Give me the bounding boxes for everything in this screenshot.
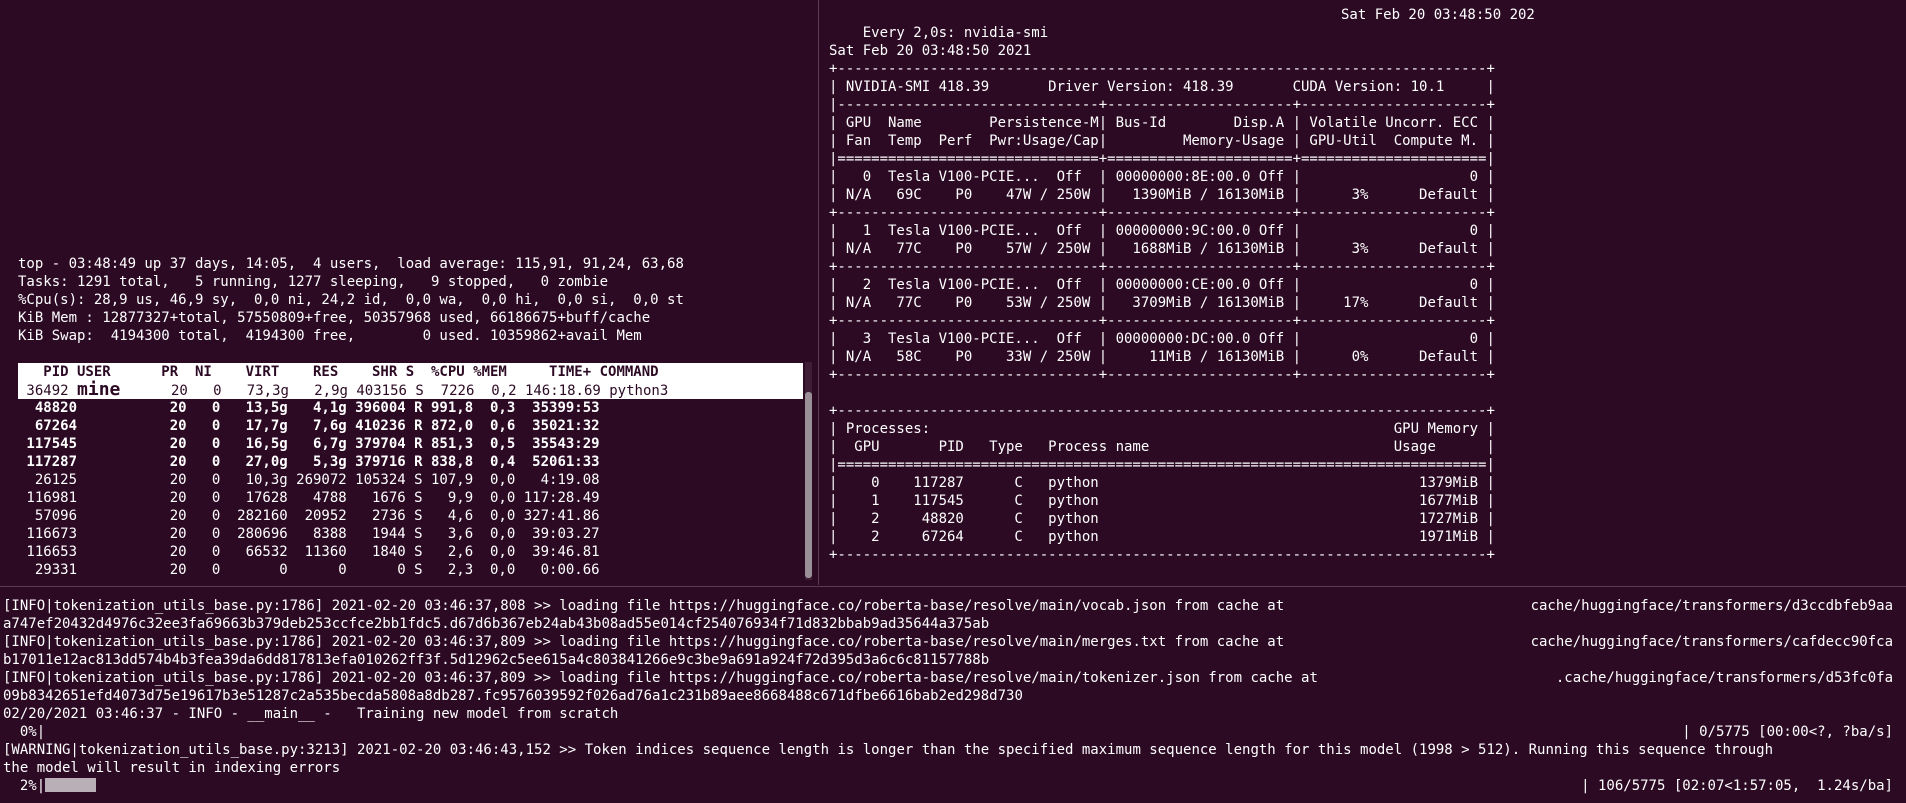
- process-table-header: PID USER PR NI VIRT RES SHR S %CPU %MEM …: [18, 363, 803, 381]
- nvidia-smi-line: |-------------------------------+-------…: [829, 97, 1495, 113]
- process-row[interactable]: 117287 20 0 27,0g 5,3g 379716 R 838,8 0,…: [18, 453, 803, 471]
- top-summary-line: %Cpu(s): 28,9 us, 46,9 sy, 0,0 ni, 24,2 …: [18, 292, 684, 308]
- watch-command: Every 2,0s: nvidia-smi: [862, 25, 1049, 41]
- nvidia-smi-line: +-------------------------------+-------…: [829, 259, 1495, 275]
- nvidia-smi-line: | N/A 58C P0 33W / 250W | 11MiB / 16130M…: [829, 349, 1495, 365]
- nvidia-smi-line: | 0 117287 C python 1379MiB |: [829, 475, 1495, 491]
- top-pane: top - 03:48:49 up 37 days, 14:05, 4 user…: [18, 255, 803, 580]
- nvidia-smi-line: |=======================================…: [829, 457, 1495, 473]
- top-summary-line: KiB Mem : 12877327+total, 57550809+free,…: [18, 310, 651, 326]
- nvidia-smi-line: [829, 384, 1899, 402]
- progress-percent: 0%|: [3, 724, 46, 740]
- nvidia-smi-line: |===============================+=======…: [829, 151, 1495, 167]
- watch-header: Every 2,0s: nvidia-smi Sat Feb 20 03:48:…: [829, 6, 1899, 41]
- nvidia-smi-line: +---------------------------------------…: [829, 547, 1495, 563]
- nvidia-smi-line: | 2 Tesla V100-PCIE... Off | 00000000:CE…: [829, 277, 1495, 293]
- process-row[interactable]: 117545 20 0 16,5g 6,7g 379704 R 851,3 0,…: [18, 435, 803, 453]
- process-row[interactable]: 57096 20 0 282160 20952 2736 S 4,6 0,0 3…: [18, 507, 803, 525]
- selected-process-row[interactable]: 36492 mine 20 0 73,3g 2,9g 403156 S 7226…: [18, 381, 803, 399]
- log-line: [INFO|tokenization_utils_base.py:1786] 2…: [3, 633, 1903, 651]
- nvidia-smi-line: | N/A 77C P0 53W / 250W | 3709MiB / 1613…: [829, 295, 1495, 311]
- nvidia-smi-line: +---------------------------------------…: [829, 403, 1495, 419]
- process-row[interactable]: 116653 20 0 66532 11360 1840 S 2,6 0,0 3…: [18, 543, 803, 561]
- nvidia-smi-line: +-------------------------------+-------…: [829, 205, 1495, 221]
- log-text: [INFO|tokenization_utils_base.py:1786] 2…: [3, 598, 1285, 614]
- nvidia-smi-line: | N/A 77C P0 57W / 250W | 1688MiB / 1613…: [829, 241, 1495, 257]
- training-log-pane: [INFO|tokenization_utils_base.py:1786] 2…: [3, 597, 1903, 802]
- log-path: cache/huggingface/transformers/d3ccdbfeb…: [1530, 598, 1893, 614]
- process-row[interactable]: 29331 20 0 0 0 0 S 2,3 0,0 0:00.66: [18, 561, 803, 579]
- user-cell: mine: [77, 379, 121, 400]
- nvidia-smi-line: | 0 Tesla V100-PCIE... Off | 00000000:8E…: [829, 169, 1495, 185]
- nvidia-smi-line: | 1 117545 C python 1677MiB |: [829, 493, 1495, 509]
- log-line: [INFO|tokenization_utils_base.py:1786] 2…: [3, 669, 1903, 687]
- nvidia-smi-line: +---------------------------------------…: [829, 61, 1495, 77]
- nvidia-smi-line: | NVIDIA-SMI 418.39 Driver Version: 418.…: [829, 79, 1495, 95]
- watch-timestamp: Sat Feb 20 03:48:50 202: [1341, 7, 1535, 23]
- progress-stats: | 0/5775 [00:00<?, ?ba/s]: [1682, 724, 1893, 740]
- top-summary-line: top - 03:48:49 up 37 days, 14:05, 4 user…: [18, 256, 684, 272]
- warning-line: the model will result in indexing errors: [3, 760, 341, 776]
- nvidia-smi-line: Sat Feb 20 03:48:50 2021: [829, 43, 1032, 59]
- nvidia-smi-line: | GPU PID Type Process name Usage |: [829, 439, 1495, 455]
- top-summary: top - 03:48:49 up 37 days, 14:05, 4 user…: [18, 255, 803, 345]
- progress-stats: | 106/5775 [02:07<1:57:05, 1.24s/ba]: [1581, 778, 1893, 794]
- progress-line: 2%| | 106/5775 [02:07<1:57:05, 1.24s/ba]: [3, 777, 1903, 795]
- process-row[interactable]: 48820 20 0 13,5g 4,1g 396004 R 991,8 0,3…: [18, 399, 803, 417]
- nvidia-smi-line: +-------------------------------+-------…: [829, 313, 1495, 329]
- scrollbar-thumb[interactable]: [805, 392, 812, 578]
- top-summary-line: KiB Swap: 4194300 total, 4194300 free, 0…: [18, 328, 642, 344]
- nvidia-smi-pane: Every 2,0s: nvidia-smi Sat Feb 20 03:48:…: [829, 6, 1899, 566]
- progress-percent: 2%|: [3, 778, 46, 794]
- log-line: b17011e12ac813dd574b4b3fea39da6dd817813e…: [3, 652, 990, 668]
- log-line: 02/20/2021 03:46:37 - INFO - __main__ - …: [3, 706, 619, 722]
- nvidia-smi-line: +-------------------------------+-------…: [829, 367, 1495, 383]
- nvidia-smi-line: | Processes: GPU Memory |: [829, 421, 1495, 437]
- process-row[interactable]: 116981 20 0 17628 4788 1676 S 9,9 0,0 11…: [18, 489, 803, 507]
- process-row[interactable]: 67264 20 0 17,7g 7,6g 410236 R 872,0 0,6…: [18, 417, 803, 435]
- nvidia-smi-line: | GPU Name Persistence-M| Bus-Id Disp.A …: [829, 115, 1495, 131]
- process-row[interactable]: 26125 20 0 10,3g 269072 105324 S 107,9 0…: [18, 471, 803, 489]
- nvidia-smi-line: | 3 Tesla V100-PCIE... Off | 00000000:DC…: [829, 331, 1495, 347]
- log-line: 09b8342651efd4073d75e19617b3e51287c2a535…: [3, 688, 1023, 704]
- nvidia-smi-line: | 1 Tesla V100-PCIE... Off | 00000000:9C…: [829, 223, 1495, 239]
- progress-line: 0%| | 0/5775 [00:00<?, ?ba/s]: [3, 723, 1903, 741]
- log-text: [INFO|tokenization_utils_base.py:1786] 2…: [3, 670, 1318, 686]
- nvidia-smi-output: Sat Feb 20 03:48:50 2021 +---------------…: [829, 42, 1899, 564]
- log-line: [INFO|tokenization_utils_base.py:1786] 2…: [3, 597, 1903, 615]
- process-table-body: 48820 20 0 13,5g 4,1g 396004 R 991,8 0,3…: [18, 399, 803, 579]
- progress-bar-fill: [45, 778, 97, 792]
- log-text: [INFO|tokenization_utils_base.py:1786] 2…: [3, 634, 1285, 650]
- vertical-pane-divider[interactable]: [818, 0, 819, 585]
- warning-line: [WARNING|tokenization_utils_base.py:3213…: [3, 742, 1774, 758]
- process-row[interactable]: 116673 20 0 280696 8388 1944 S 3,6 0,0 3…: [18, 525, 803, 543]
- nvidia-smi-line: | N/A 69C P0 47W / 250W | 1390MiB / 1613…: [829, 187, 1495, 203]
- log-path: .cache/huggingface/transformers/d53fc0fa: [1555, 670, 1893, 686]
- process-stats: 20 0 73,3g 2,9g 403156 S 7226 0,2 146:18…: [120, 383, 669, 399]
- horizontal-pane-divider[interactable]: [0, 586, 1906, 587]
- log-line: a747ef20432d4976c32ee3fa69663b379deb253c…: [3, 616, 990, 632]
- log-path: cache/huggingface/transformers/cafdecc90…: [1530, 634, 1893, 650]
- nvidia-smi-line: | Fan Temp Perf Pwr:Usage/Cap| Memory-Us…: [829, 133, 1495, 149]
- top-summary-line: Tasks: 1291 total, 5 running, 1277 sleep…: [18, 274, 609, 290]
- nvidia-smi-line: | 2 67264 C python 1971MiB |: [829, 529, 1495, 545]
- nvidia-smi-line: | 2 48820 C python 1727MiB |: [829, 511, 1495, 527]
- pid-cell: 36492: [18, 383, 78, 399]
